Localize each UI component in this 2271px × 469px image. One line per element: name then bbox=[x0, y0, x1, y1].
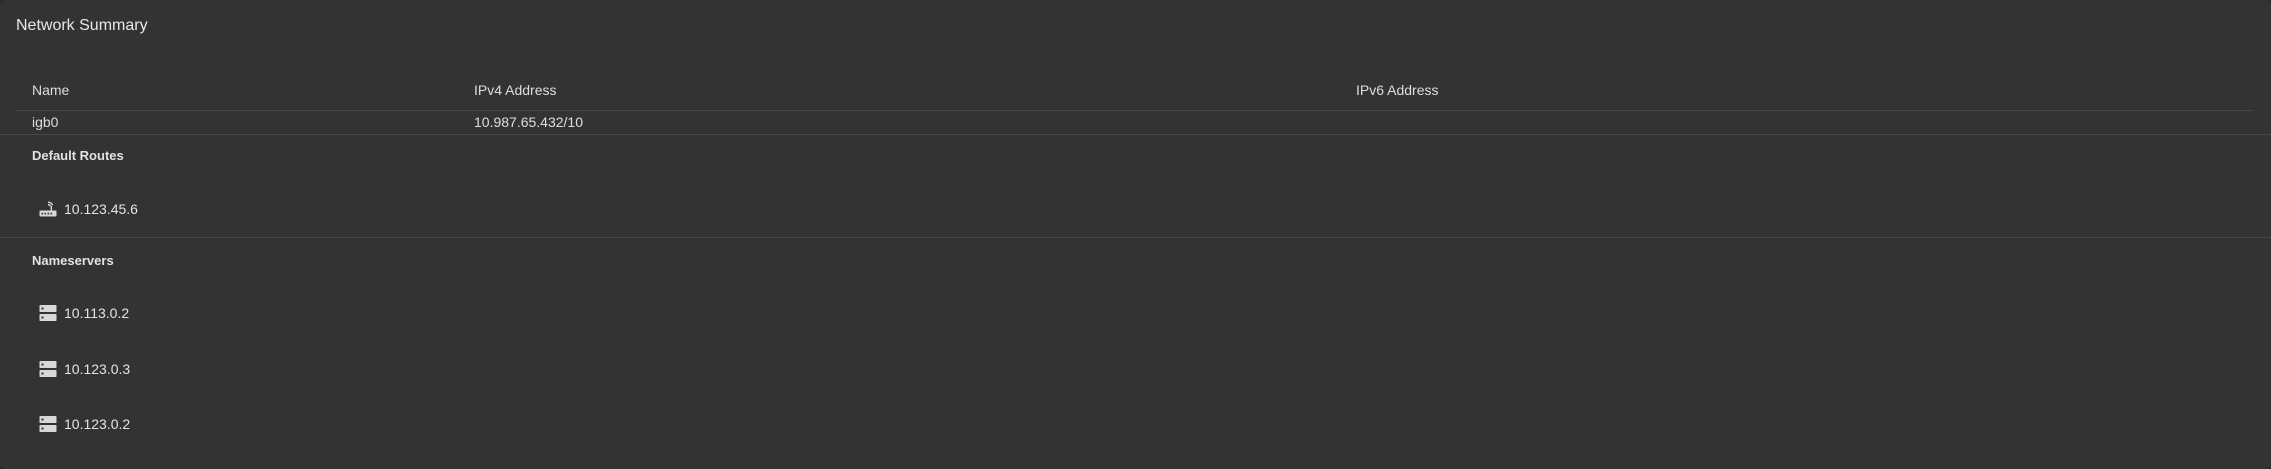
interfaces-table-header: Name IPv4 Address IPv6 Address bbox=[16, 70, 2254, 111]
server-icon bbox=[38, 360, 58, 378]
nameserver-address: 10.123.0.2 bbox=[64, 416, 131, 432]
default-route-address: 10.123.45.6 bbox=[64, 201, 138, 217]
table-row: igb0 10.987.65.432/10 bbox=[16, 111, 2254, 133]
section-divider bbox=[0, 237, 2271, 238]
router-icon bbox=[38, 200, 58, 218]
server-icon bbox=[38, 415, 58, 433]
list-item: 10.123.45.6 bbox=[38, 198, 138, 220]
list-item: 10.123.0.3 bbox=[38, 358, 130, 380]
network-summary-card: Network Summary Name IPv4 Address IPv6 A… bbox=[0, 0, 2271, 469]
column-header-ipv4[interactable]: IPv4 Address bbox=[474, 70, 557, 110]
list-item: 10.113.0.2 bbox=[38, 302, 129, 324]
list-item: 10.123.0.2 bbox=[38, 413, 130, 435]
interface-ipv4: 10.987.65.432/10 bbox=[474, 114, 583, 130]
column-header-name[interactable]: Name bbox=[32, 70, 69, 110]
card-title: Network Summary bbox=[16, 17, 148, 34]
default-routes-title: Default Routes bbox=[32, 148, 124, 163]
section-divider bbox=[0, 134, 2271, 135]
nameservers-title: Nameservers bbox=[32, 253, 114, 268]
interface-name: igb0 bbox=[32, 114, 59, 130]
nameserver-address: 10.123.0.3 bbox=[64, 361, 131, 377]
nameserver-address: 10.113.0.2 bbox=[64, 305, 130, 321]
column-header-ipv6[interactable]: IPv6 Address bbox=[1356, 70, 1439, 110]
server-icon bbox=[38, 304, 58, 322]
